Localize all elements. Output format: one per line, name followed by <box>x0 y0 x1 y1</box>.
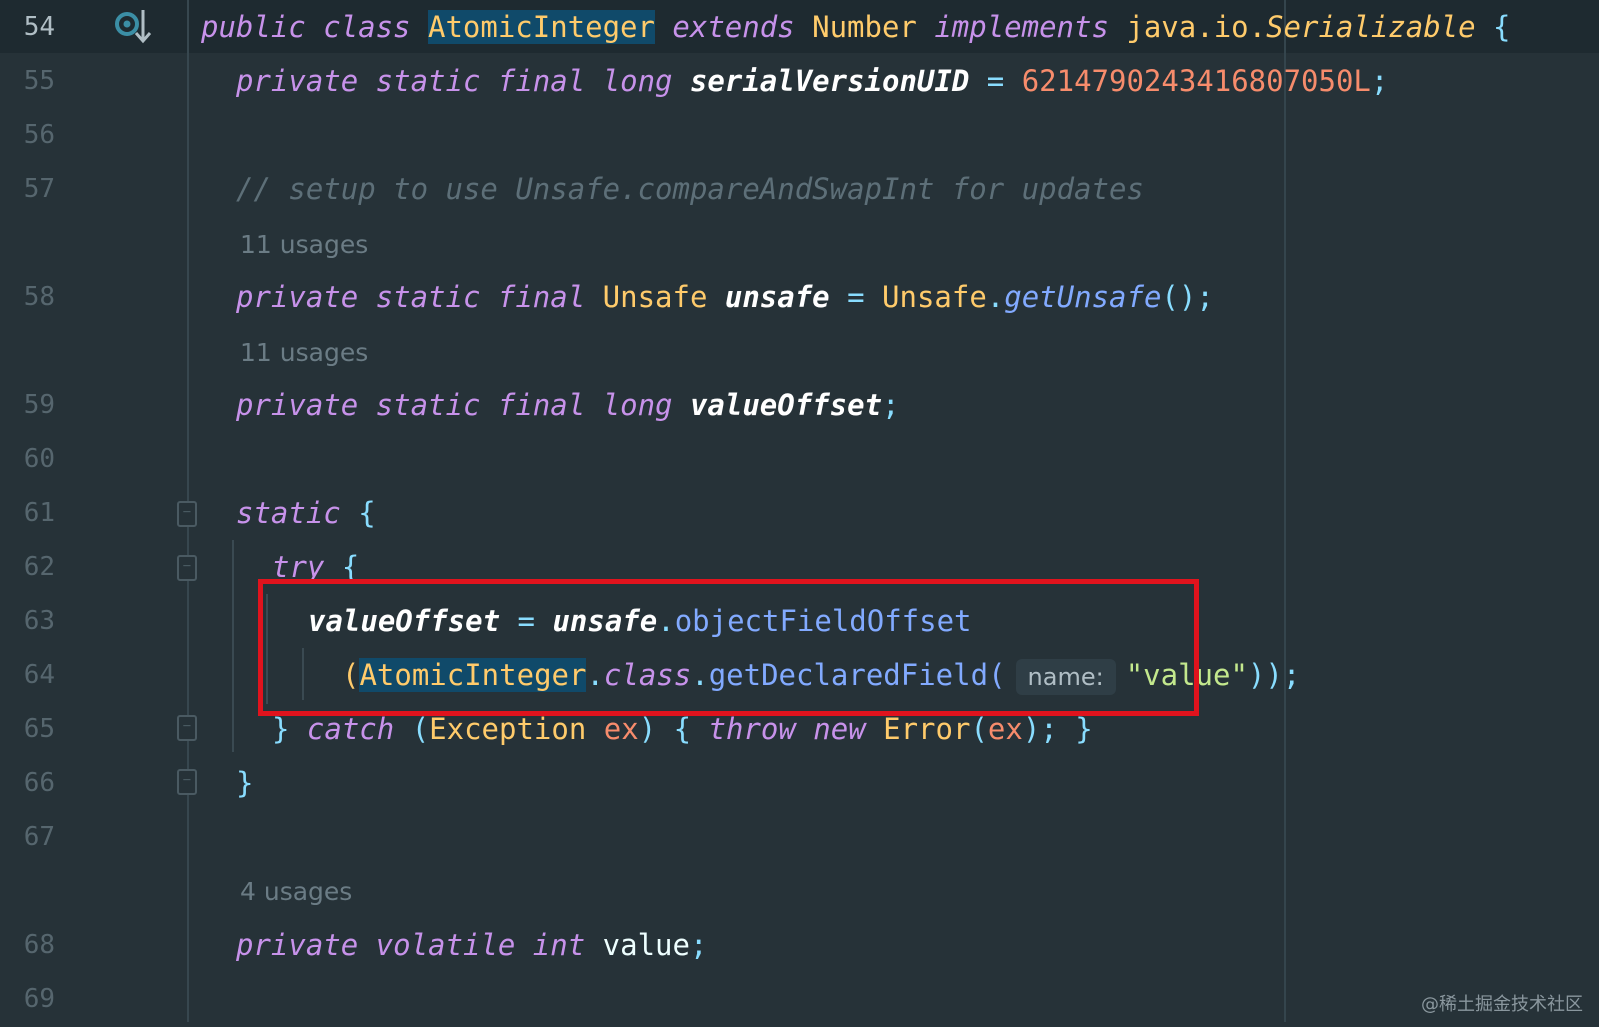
usages-hint[interactable]: 11 usages <box>240 217 368 272</box>
line-number: 68 <box>23 930 55 960</box>
punctuation: { <box>340 496 376 530</box>
field-name: valueOffset <box>689 388 883 422</box>
code-line-68[interactable]: 68 private volatile int value; <box>0 918 1599 973</box>
code-text[interactable]: private static final long valueOffset; <box>236 378 899 433</box>
line-number: 54 <box>23 12 55 42</box>
punctuation: ; <box>689 928 708 962</box>
keyword: private static final <box>236 280 603 314</box>
comment: // setup to use Unsafe.compareAndSwapInt… <box>236 172 1144 206</box>
type-name: Unsafe <box>882 280 987 314</box>
number-literal: 6214790243416807050L <box>1021 64 1371 98</box>
package-name: java.io. <box>1126 10 1267 44</box>
keyword: private static final long <box>236 64 690 98</box>
line-number: 63 <box>23 606 55 636</box>
code-line-55[interactable]: 55 private static final long serialVersi… <box>0 54 1599 109</box>
keyword: private static final long <box>236 388 690 422</box>
line-number: 59 <box>23 390 55 420</box>
parameter-name: ex <box>987 712 1023 746</box>
keyword: public class <box>201 10 428 44</box>
line-number: 61 <box>23 498 55 528</box>
usages-hint[interactable]: 4 usages <box>240 864 352 919</box>
punctuation: ; <box>882 388 900 422</box>
line-number: 67 <box>23 822 55 852</box>
punctuation: ); } <box>1022 712 1093 746</box>
keyword: extends <box>654 10 813 44</box>
fold-toggle-icon[interactable]: − <box>177 501 197 527</box>
punctuation: ( <box>394 712 430 746</box>
type-name: Error <box>883 712 971 746</box>
punctuation: . <box>986 280 1005 314</box>
code-line-58[interactable]: 58 private static final Unsafe unsafe = … <box>0 270 1599 325</box>
code-line-69[interactable]: 69 <box>0 972 1599 1027</box>
type-name: Unsafe <box>602 280 708 314</box>
interface-name: Serializable <box>1266 10 1476 44</box>
code-text[interactable]: private volatile int value; <box>236 918 707 973</box>
punctuation: (); <box>1161 280 1214 314</box>
fold-toggle-icon[interactable]: − <box>177 555 197 581</box>
punctuation: ; <box>1370 64 1389 98</box>
field-name: value <box>602 928 690 962</box>
keyword: throw new <box>708 712 884 746</box>
type-name: Number <box>812 10 917 44</box>
code-text[interactable]: private static final Unsafe unsafe = Uns… <box>236 270 1214 325</box>
code-line-67[interactable]: 67 <box>0 810 1599 865</box>
keyword: catch <box>306 712 395 746</box>
code-line-66[interactable]: 66 } <box>0 756 1599 811</box>
field-name: unsafe <box>707 280 830 314</box>
method-name: getUnsafe <box>1004 280 1162 314</box>
fold-toggle-icon[interactable]: − <box>177 715 197 741</box>
type-name: Exception <box>429 712 587 746</box>
code-line-59[interactable]: 59 private static final long valueOffset… <box>0 378 1599 433</box>
fold-toggle-icon[interactable]: − <box>177 769 197 795</box>
line-number: 62 <box>23 552 55 582</box>
line-number: 69 <box>23 984 55 1014</box>
line-number: 66 <box>23 768 55 798</box>
code-text[interactable]: public class AtomicInteger extends Numbe… <box>201 0 1511 55</box>
line-number: 58 <box>23 282 55 312</box>
usages-hint[interactable]: 11 usages <box>240 325 368 380</box>
field-name: serialVersionUID <box>689 64 970 98</box>
highlight-annotation-box <box>258 579 1199 716</box>
operator: = <box>969 64 1022 98</box>
code-line-57[interactable]: 57 // setup to use Unsafe.compareAndSwap… <box>0 162 1599 217</box>
code-line-60[interactable]: 60 <box>0 432 1599 487</box>
keyword: private volatile int <box>236 928 603 962</box>
line-number: 55 <box>23 66 55 96</box>
punctuation: } <box>236 766 254 800</box>
punctuation: { <box>1475 10 1511 44</box>
operator: = <box>829 280 883 314</box>
code-line-54[interactable]: 54 public class AtomicInteger extends Nu… <box>0 0 1599 55</box>
keyword: static <box>236 496 341 530</box>
watermark: @稀土掘金技术社区 <box>1421 994 1583 1015</box>
code-text[interactable]: // setup to use Unsafe.compareAndSwapInt… <box>236 162 1144 217</box>
line-number: 65 <box>23 714 55 744</box>
parameter-name: ex <box>586 712 639 746</box>
code-line-61[interactable]: 61 static { <box>0 486 1599 541</box>
punctuation: ( <box>970 712 988 746</box>
code-text[interactable]: static { <box>236 486 376 541</box>
punctuation: )); <box>1247 658 1301 692</box>
code-line-56[interactable]: 56 <box>0 108 1599 163</box>
line-number: 60 <box>23 444 55 474</box>
line-number: 64 <box>23 660 55 690</box>
line-number: 57 <box>23 174 55 204</box>
class-name: AtomicInteger <box>427 10 655 44</box>
code-text[interactable]: private static final long serialVersionU… <box>236 54 1388 109</box>
code-text[interactable]: } <box>236 756 253 811</box>
punctuation: ) { <box>638 712 709 746</box>
punctuation: } <box>272 712 307 746</box>
keyword: implements <box>916 10 1127 44</box>
line-number: 56 <box>23 120 55 150</box>
